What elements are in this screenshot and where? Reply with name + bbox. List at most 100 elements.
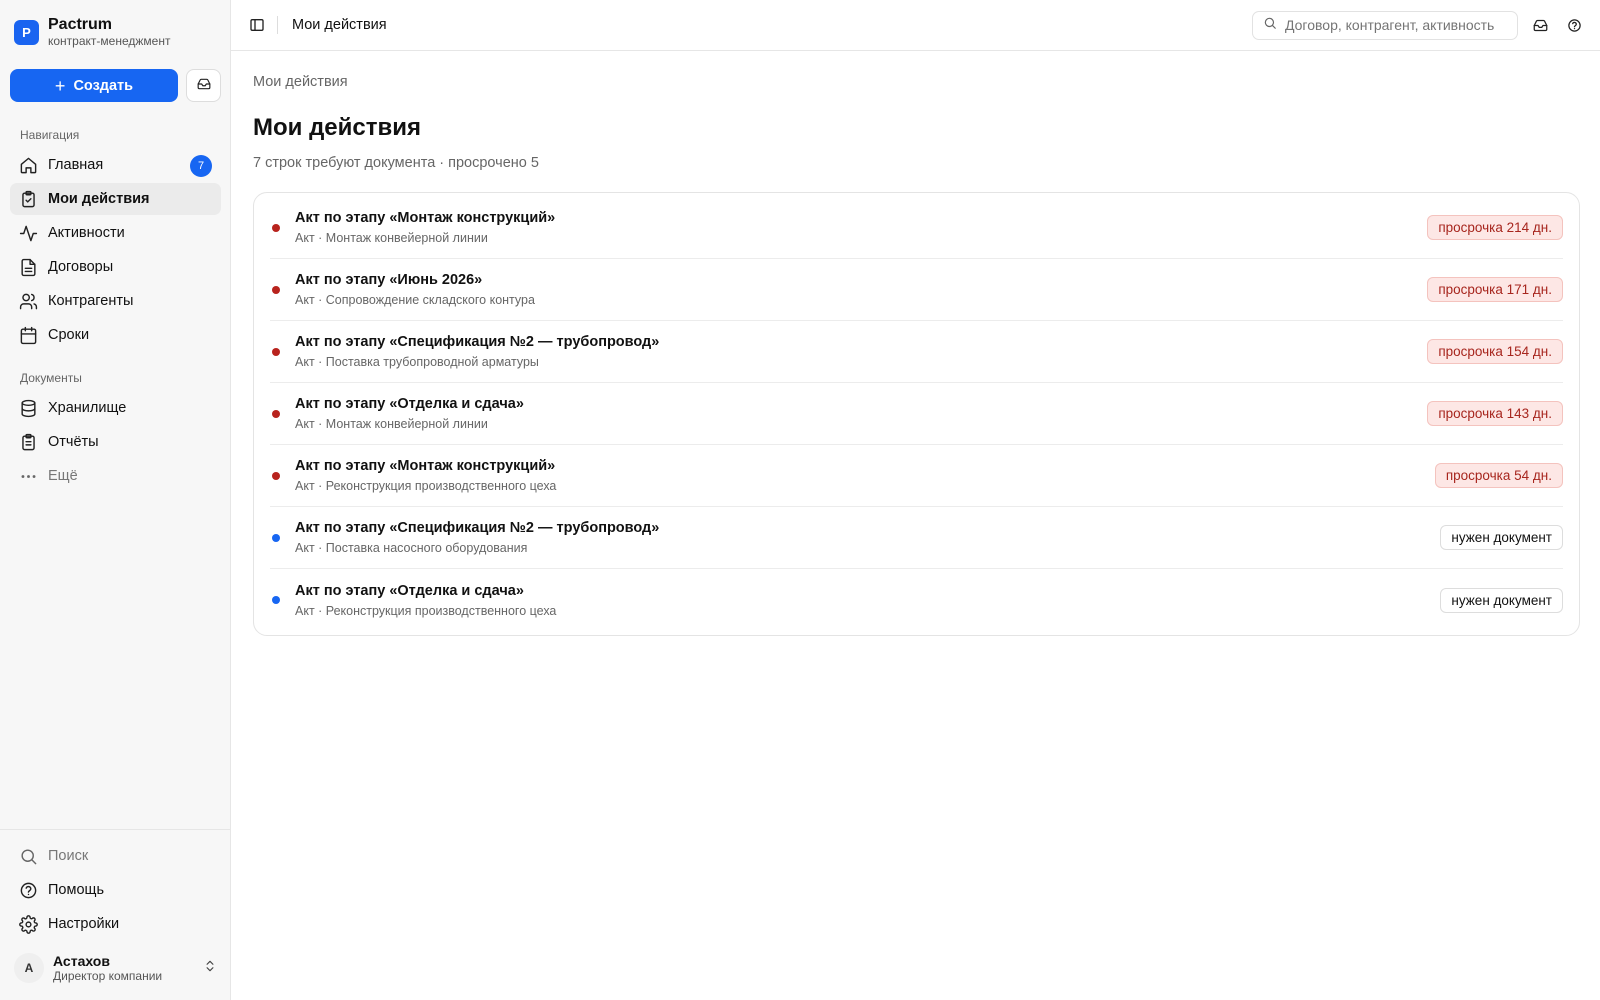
topbar: Мои действия — [231, 0, 1600, 51]
nav-item-contracts[interactable]: Договоры — [10, 251, 221, 283]
list-item-title: Акт по этапу «Монтаж конструкций» — [295, 458, 556, 474]
calendar-icon — [18, 325, 38, 345]
status-dot-overdue — [272, 471, 280, 480]
list-item-title: Акт по этапу «Монтаж конструкций» — [295, 210, 556, 226]
sidebar-toggle-icon[interactable] — [247, 15, 267, 35]
list-item-title: Акт по этапу «Июнь 2026» — [295, 272, 483, 288]
main-content: Мои действия Мои действия Мои действия 7… — [231, 0, 1600, 1000]
list-item[interactable]: Акт по этапу «Спецификация №2 — трубопро… — [270, 507, 1563, 569]
clipboard-check-icon — [18, 189, 38, 209]
page-title: Мои действия — [253, 114, 422, 141]
status-badge: просрочка 143 дн. — [1427, 401, 1563, 426]
nav-item-counterparties[interactable]: Контрагенты — [10, 285, 221, 317]
nav-item-more[interactable]: Ещё — [10, 460, 221, 492]
nav-item-activities[interactable]: Активности — [10, 217, 221, 249]
brand[interactable]: P Pactrum контракт-менеджмент — [14, 16, 170, 48]
chevron-up-down-icon — [203, 959, 217, 978]
database-icon — [18, 398, 38, 418]
bottom-nav: Поиск Помощь Настройки — [10, 840, 221, 942]
nav-item-label: Хранилище — [48, 400, 127, 416]
section-label-documents: Документы — [20, 371, 82, 385]
breadcrumb[interactable]: Мои действия — [253, 74, 348, 90]
status-badge: просрочка 54 дн. — [1434, 463, 1563, 488]
nav-item-home[interactable]: Главная 7 — [10, 149, 221, 181]
list-item-subtitle: Акт · Реконструкция производственного це… — [295, 603, 557, 618]
brand-name: Pactrum — [48, 16, 113, 33]
list-item-title: Акт по этапу «Отделка и сдача» — [295, 396, 524, 412]
sidebar-divider — [0, 829, 230, 830]
plus-icon: + — [54, 75, 66, 96]
sidebar: P Pactrum контракт-менеджмент + Создать … — [0, 0, 231, 1000]
page-subtitle: 7 строк требуют документа · просрочено 5 — [253, 155, 539, 171]
notification-badge: 7 — [190, 155, 212, 177]
nav-item-reports[interactable]: Отчёты — [10, 426, 221, 458]
list-item-subtitle: Акт · Поставка насосного оборудования — [295, 541, 528, 555]
search-input[interactable] — [1285, 17, 1510, 33]
list-item-title: Акт по этапу «Спецификация №2 — трубопро… — [295, 334, 660, 350]
gear-icon — [18, 914, 38, 934]
help-icon — [18, 880, 38, 900]
report-icon — [18, 432, 38, 452]
status-badge: просрочка 214 дн. — [1427, 215, 1563, 240]
nav-item-label: Отчёты — [48, 434, 99, 450]
search-box[interactable] — [1252, 10, 1518, 40]
status-badge: просрочка 154 дн. — [1427, 339, 1563, 364]
topbar-divider — [277, 16, 278, 34]
status-dot-overdue — [272, 347, 280, 356]
main-nav: Главная 7 Мои действия Активности Догово… — [10, 149, 221, 353]
nav-item-label: Главная — [48, 157, 104, 173]
inbox-icon — [197, 77, 211, 94]
status-dot-overdue — [272, 223, 280, 232]
user-name: Астахов — [53, 953, 110, 969]
status-badge: просрочка 171 дн. — [1427, 277, 1563, 302]
list-item-subtitle: Акт · Реконструкция производственного це… — [295, 479, 557, 493]
nav-item-label: Активности — [48, 225, 125, 241]
status-dot-overdue — [272, 409, 280, 418]
status-dot-overdue — [272, 285, 280, 294]
more-icon — [18, 466, 38, 486]
nav-item-label: Помощь — [48, 882, 105, 898]
home-icon — [18, 155, 38, 175]
list-item[interactable]: Акт по этапу «Монтаж конструкций» Акт · … — [270, 197, 1563, 259]
nav-item-deadlines[interactable]: Сроки — [10, 319, 221, 351]
create-button-label: Создать — [73, 77, 134, 94]
document-icon — [18, 257, 38, 277]
brand-subtitle: контракт-менеджмент — [48, 34, 171, 48]
status-dot-pending — [272, 533, 280, 542]
activity-icon — [18, 223, 38, 243]
users-icon — [18, 291, 38, 311]
list-item-title: Акт по этапу «Отделка и сдача» — [295, 582, 524, 599]
nav-item-search[interactable]: Поиск — [10, 840, 221, 872]
documents-nav: Хранилище Отчёты Ещё — [10, 392, 221, 494]
section-label-navigation: Навигация — [20, 128, 80, 142]
user-menu[interactable]: А Астахов Директор компании — [14, 953, 217, 983]
list-item[interactable]: Акт по этапу «Монтаж конструкций» Акт · … — [270, 445, 1563, 507]
list-item[interactable]: Акт по этапу «Отделка и сдача» Акт · Мон… — [270, 383, 1563, 445]
nav-item-label: Мои действия — [48, 191, 150, 207]
list-item-subtitle: Акт · Поставка трубопроводной арматуры — [295, 355, 539, 369]
list-item[interactable]: Акт по этапу «Спецификация №2 — трубопро… — [270, 321, 1563, 383]
status-badge: нужен документ — [1440, 587, 1563, 613]
nav-item-help[interactable]: Помощь — [10, 874, 221, 906]
nav-item-storage[interactable]: Хранилище — [10, 392, 221, 424]
inbox-icon[interactable] — [1528, 13, 1552, 37]
list-item-title: Акт по этапу «Спецификация №2 — трубопро… — [295, 520, 660, 536]
list-item-subtitle: Акт · Сопровождение складского контура — [295, 293, 535, 307]
inbox-button[interactable] — [186, 69, 221, 102]
list-item-subtitle: Акт · Монтаж конвейерной линии — [295, 231, 488, 245]
list-item-subtitle: Акт · Монтаж конвейерной линии — [295, 417, 488, 431]
create-button[interactable]: + Создать — [10, 69, 178, 102]
nav-item-label: Контрагенты — [48, 293, 134, 309]
list-item[interactable]: Акт по этапу «Отделка и сдача» Акт · Рек… — [270, 569, 1563, 631]
help-icon[interactable] — [1562, 13, 1586, 37]
nav-item-my-actions[interactable]: Мои действия — [10, 183, 221, 215]
nav-item-label: Договоры — [48, 259, 114, 275]
status-badge: нужен документ — [1440, 525, 1563, 550]
status-dot-pending — [272, 596, 280, 604]
topbar-title: Мои действия — [292, 17, 387, 33]
search-icon — [1263, 16, 1277, 35]
brand-logo: P — [14, 19, 39, 45]
list-item[interactable]: Акт по этапу «Июнь 2026» Акт · Сопровожд… — [270, 259, 1563, 321]
search-icon — [18, 846, 38, 866]
nav-item-settings[interactable]: Настройки — [10, 908, 221, 940]
